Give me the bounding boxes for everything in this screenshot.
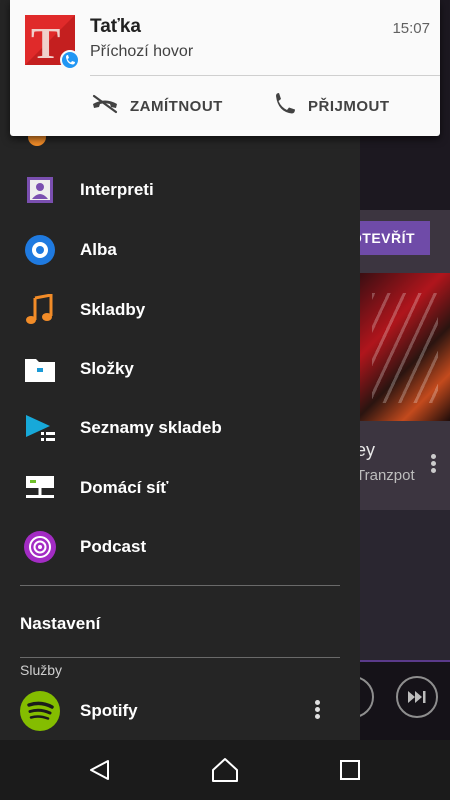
podcast-icon: [22, 529, 58, 565]
sidebar-item-albums[interactable]: Alba: [0, 222, 360, 278]
home-icon[interactable]: [203, 752, 247, 788]
notification-divider: [90, 75, 440, 76]
home-network-icon: [22, 470, 58, 506]
sidebar-item-label: Alba: [80, 240, 117, 259]
spotify-icon: [19, 690, 61, 732]
sidebar-item-artists[interactable]: Interpreti: [0, 162, 360, 218]
notification-time: 15:07: [392, 20, 430, 37]
caller-name: Taťka: [90, 16, 141, 37]
album-icon: [22, 232, 58, 268]
phone-icon: [272, 91, 298, 122]
decline-call-button[interactable]: ZAMÍTNOUT: [90, 88, 223, 124]
sidebar-item-label: Složky: [80, 359, 134, 378]
end-call-icon: [90, 94, 120, 119]
system-navigation-bar: [0, 740, 450, 800]
album-art[interactable]: [360, 273, 450, 421]
divider: [20, 657, 340, 658]
recent-apps-icon[interactable]: [328, 752, 372, 788]
music-note-icon: [22, 292, 58, 328]
playlist-icon: [22, 410, 58, 446]
sidebar-item-label: Skladby: [80, 300, 146, 319]
accept-call-button[interactable]: PŘIJMOUT: [272, 88, 390, 124]
track-more-icon[interactable]: [425, 452, 441, 476]
avatar-letter: T: [31, 19, 61, 65]
settings-item[interactable]: Nastavení: [20, 614, 100, 634]
sidebar-item-podcast[interactable]: Podcast: [0, 519, 360, 575]
decline-label: ZAMÍTNOUT: [130, 97, 223, 115]
back-icon[interactable]: [78, 752, 122, 788]
track-artist: Tranzpot: [356, 467, 415, 484]
sidebar-item-playlists[interactable]: Seznamy skladeb: [0, 400, 360, 456]
sidebar-item-label: Seznamy skladeb: [80, 418, 222, 437]
sidebar-item-label: Podcast: [80, 537, 147, 556]
incoming-call-notification[interactable]: T Taťka 15:07 Příchozí hovor ZAMÍTNOUT P…: [10, 0, 440, 136]
sidebar-item-songs[interactable]: Skladby: [0, 282, 360, 338]
divider: [20, 585, 340, 586]
sidebar-item-home-network[interactable]: Domácí síť: [0, 460, 360, 516]
sidebar-item-spotify[interactable]: Spotify: [0, 683, 360, 739]
sidebar-item-label: Domácí síť: [80, 478, 169, 497]
folder-icon: [22, 351, 58, 387]
notification-subtitle: Příchozí hovor: [90, 43, 194, 60]
sidebar-item-folders[interactable]: Složky: [0, 341, 360, 397]
sidebar-item-label: Interpreti: [80, 180, 154, 199]
spotify-more-icon[interactable]: [309, 698, 325, 724]
accept-label: PŘIJMOUT: [308, 97, 390, 115]
next-track-icon[interactable]: [396, 676, 438, 718]
services-section-label: Služby: [20, 662, 63, 678]
album-art-pattern: [372, 293, 438, 403]
sidebar-item-label: Spotify: [80, 701, 138, 720]
phone-badge-icon: [60, 50, 80, 70]
artist-icon: [22, 172, 58, 208]
